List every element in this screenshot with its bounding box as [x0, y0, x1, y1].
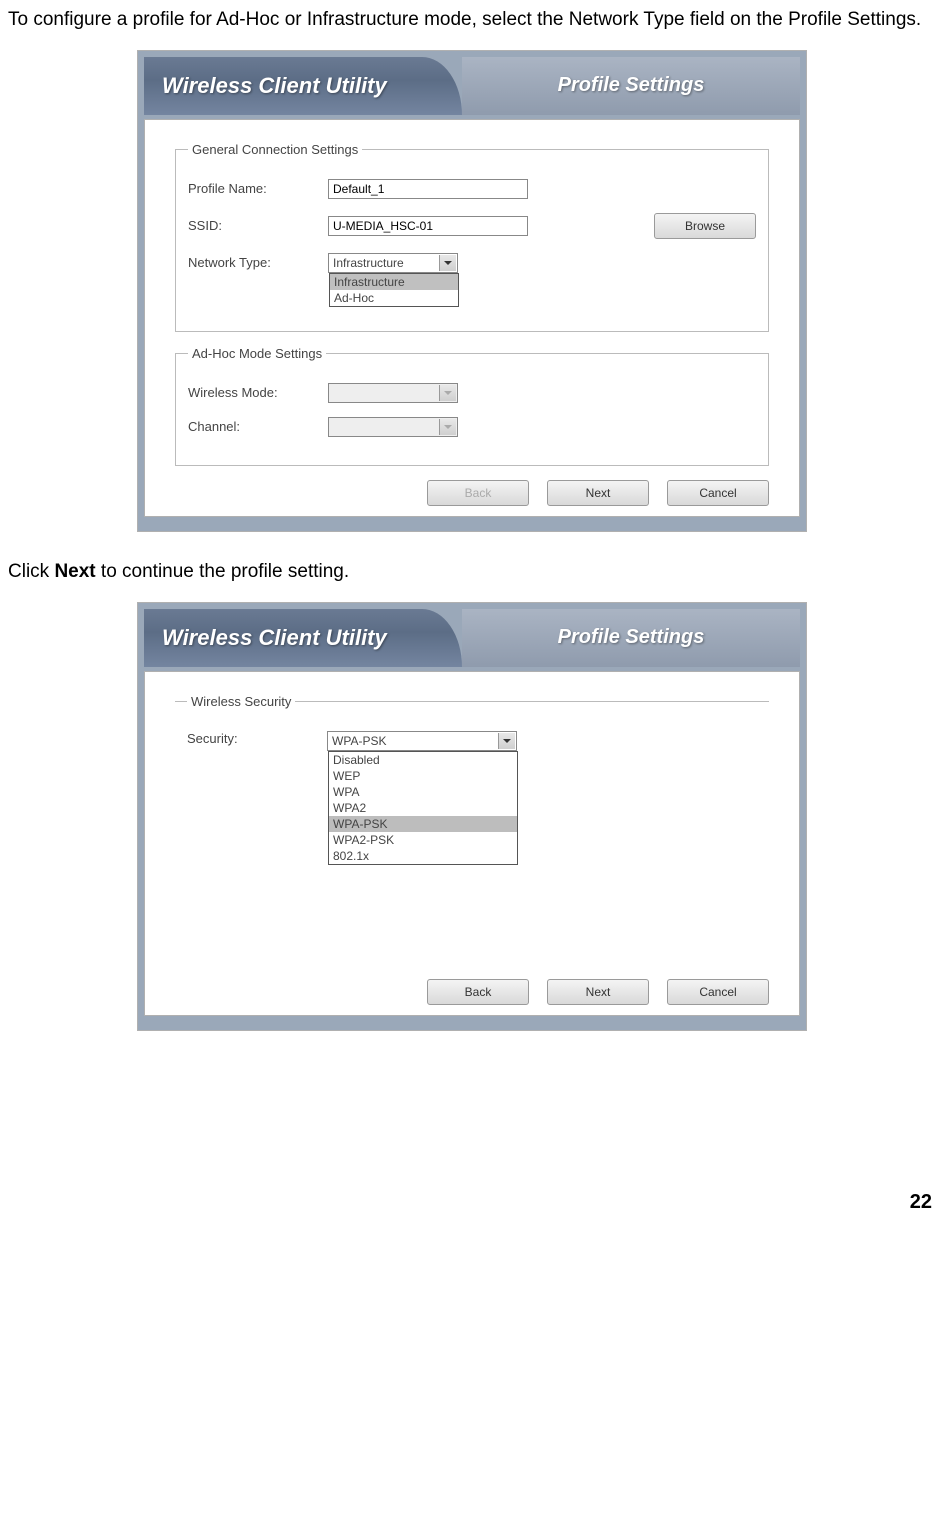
- page-number: 22: [8, 1191, 936, 1214]
- profile-settings-window-1: Wireless Client Utility Profile Settings…: [137, 50, 807, 532]
- security-value: WPA-PSK: [332, 734, 386, 748]
- wizard-button-row: Back Next Cancel: [175, 480, 769, 506]
- general-connection-settings-group: General Connection Settings Profile Name…: [175, 142, 769, 332]
- chevron-down-icon[interactable]: [439, 255, 456, 271]
- adhoc-legend: Ad-Hoc Mode Settings: [188, 346, 326, 361]
- window-header: Wireless Client Utility Profile Settings: [144, 57, 800, 115]
- ssid-label: SSID:: [188, 218, 328, 233]
- network-type-value: Infrastructure: [333, 256, 404, 270]
- intro2-suffix: to continue the profile setting.: [96, 561, 350, 582]
- browse-button[interactable]: Browse: [654, 213, 756, 239]
- network-type-label: Network Type:: [188, 255, 328, 270]
- chevron-down-icon: [439, 385, 456, 401]
- intro-text-2: Click Next to continue the profile setti…: [8, 560, 936, 584]
- option-wep[interactable]: WEP: [329, 768, 517, 784]
- next-button[interactable]: Next: [547, 480, 649, 506]
- option-adhoc[interactable]: Ad-Hoc: [330, 290, 458, 306]
- option-disabled[interactable]: Disabled: [329, 752, 517, 768]
- profile-name-input[interactable]: [328, 179, 528, 199]
- chevron-down-icon: [439, 419, 456, 435]
- channel-dropdown: [328, 417, 458, 437]
- option-wpa-psk[interactable]: WPA-PSK: [329, 816, 517, 832]
- security-options[interactable]: Disabled WEP WPA WPA2 WPA-PSK WPA2-PSK 8…: [328, 751, 518, 865]
- profile-name-label: Profile Name:: [188, 181, 328, 196]
- intro2-bold: Next: [54, 561, 95, 582]
- wireless-mode-dropdown: [328, 383, 458, 403]
- network-type-dropdown[interactable]: Infrastructure Infrastructure Ad-Hoc: [328, 253, 458, 273]
- channel-label: Channel:: [188, 419, 328, 434]
- security-legend: Wireless Security: [187, 694, 295, 709]
- security-label: Security:: [187, 731, 327, 746]
- wireless-mode-label: Wireless Mode:: [188, 385, 328, 400]
- app-title: Wireless Client Utility: [144, 57, 462, 115]
- app-title: Wireless Client Utility: [144, 609, 462, 667]
- wireless-security-group: Wireless Security Security: WPA-PSK Disa…: [175, 694, 769, 965]
- chevron-down-icon[interactable]: [498, 733, 515, 749]
- profile-settings-window-2: Wireless Client Utility Profile Settings…: [137, 602, 807, 1031]
- next-button[interactable]: Next: [547, 979, 649, 1005]
- page-title: Profile Settings: [462, 609, 800, 667]
- option-wpa2-psk[interactable]: WPA2-PSK: [329, 832, 517, 848]
- back-button[interactable]: Back: [427, 979, 529, 1005]
- panel-body: General Connection Settings Profile Name…: [144, 119, 800, 517]
- ssid-input[interactable]: [328, 216, 528, 236]
- intro-text-1: To configure a profile for Ad-Hoc or Inf…: [8, 8, 936, 32]
- general-legend: General Connection Settings: [188, 142, 362, 157]
- cancel-button[interactable]: Cancel: [667, 480, 769, 506]
- adhoc-mode-settings-group: Ad-Hoc Mode Settings Wireless Mode: Chan…: [175, 346, 769, 466]
- intro2-prefix: Click: [8, 561, 54, 582]
- back-button: Back: [427, 480, 529, 506]
- option-infrastructure[interactable]: Infrastructure: [330, 274, 458, 290]
- network-type-options[interactable]: Infrastructure Ad-Hoc: [329, 273, 459, 307]
- window-header: Wireless Client Utility Profile Settings: [144, 609, 800, 667]
- panel-body: Wireless Security Security: WPA-PSK Disa…: [144, 671, 800, 1016]
- option-wpa2[interactable]: WPA2: [329, 800, 517, 816]
- option-wpa[interactable]: WPA: [329, 784, 517, 800]
- option-8021x[interactable]: 802.1x: [329, 848, 517, 864]
- cancel-button[interactable]: Cancel: [667, 979, 769, 1005]
- wizard-button-row: Back Next Cancel: [175, 979, 769, 1005]
- page-title: Profile Settings: [462, 57, 800, 115]
- security-dropdown[interactable]: WPA-PSK Disabled WEP WPA WPA2 WPA-PSK WP…: [327, 731, 517, 751]
